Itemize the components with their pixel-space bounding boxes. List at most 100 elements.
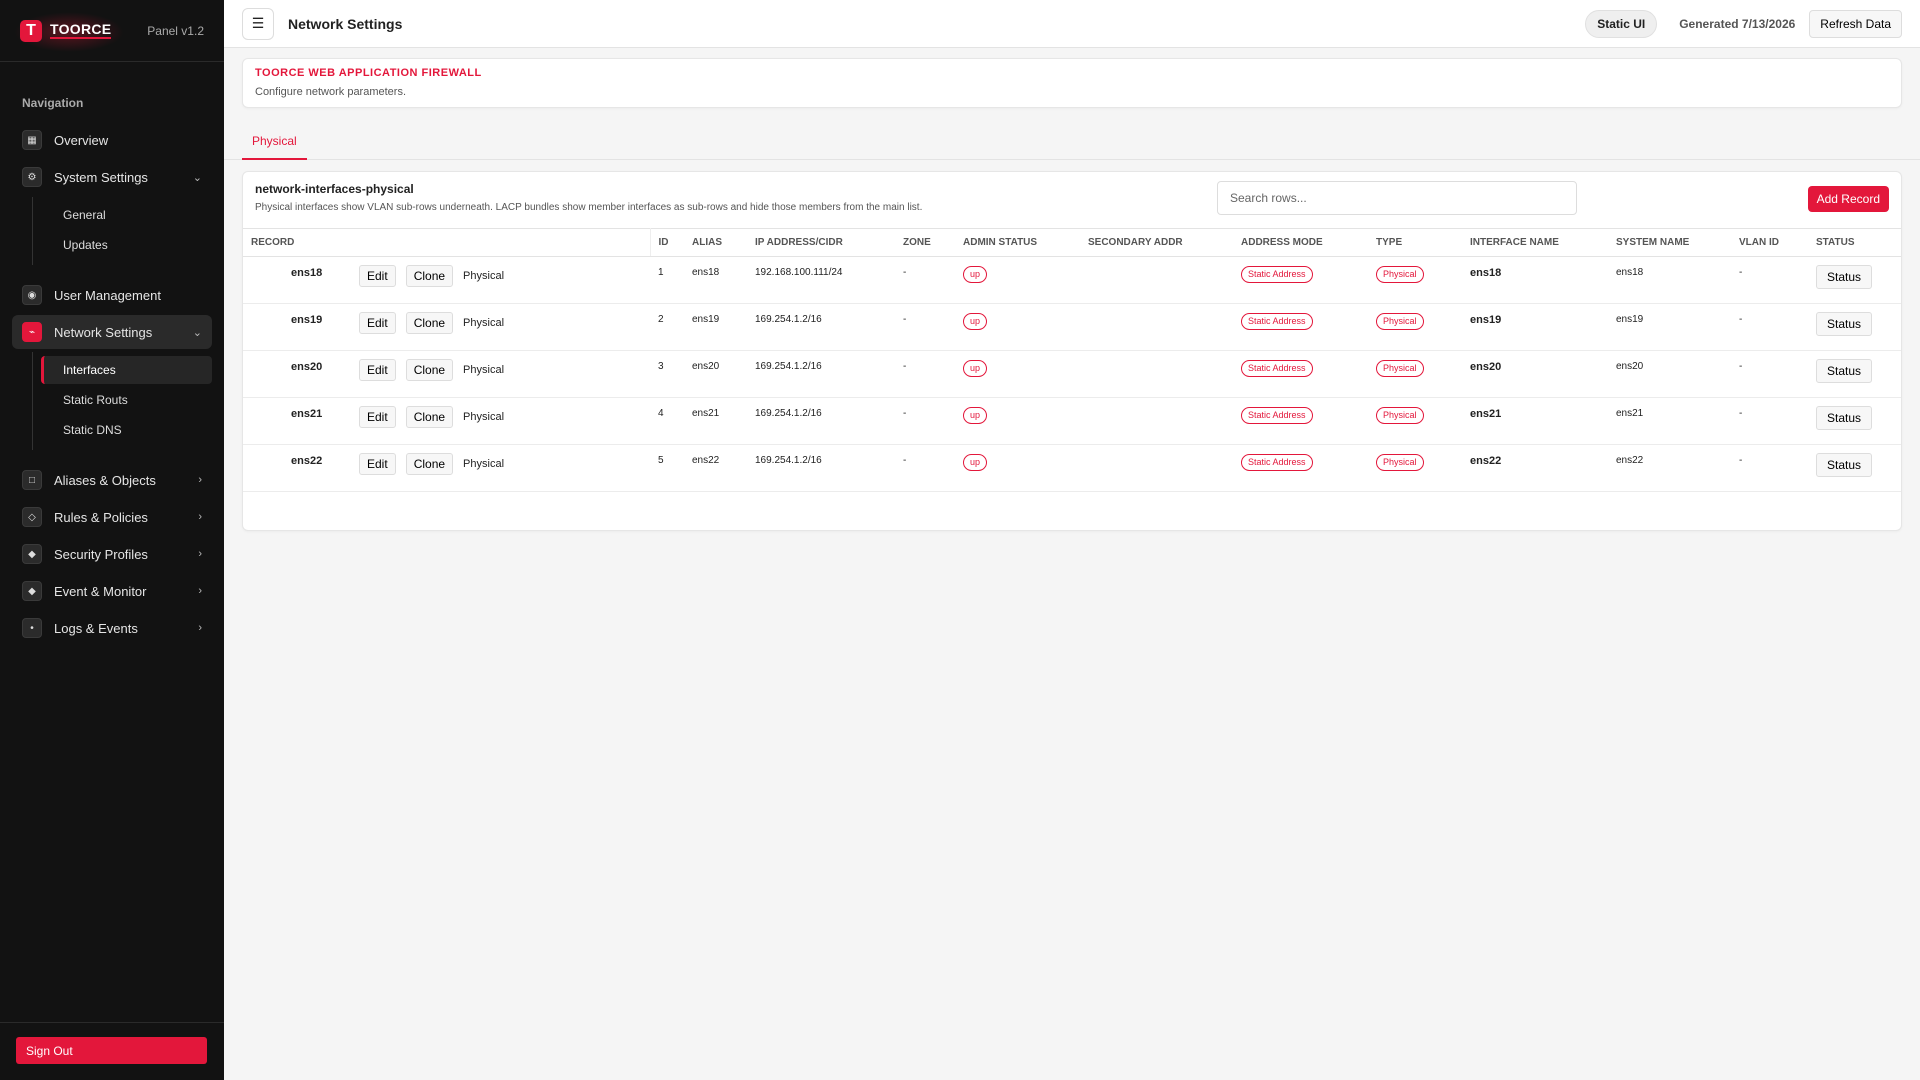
address-mode-badge: Static Address [1241, 407, 1313, 424]
cell-vlan-id: - [1731, 397, 1808, 445]
sidebar-item-event-monitor[interactable]: ◆ Event & Monitor › [12, 574, 212, 608]
panel-version: Panel v1.2 [147, 23, 204, 38]
sidebar-item-label: System Settings [54, 169, 148, 185]
tab-physical[interactable]: Physical [242, 124, 307, 160]
cell-alias: ens21 [684, 397, 747, 445]
edit-button[interactable]: Edit [359, 265, 396, 287]
cell-vlan-id: - [1731, 256, 1808, 304]
column-header-system-name[interactable]: SYSTEM NAME [1608, 228, 1731, 257]
clone-button[interactable]: Clone [405, 359, 454, 381]
card-title: network-interfaces-physical [255, 182, 414, 196]
brand-logo[interactable]: T TOORCE [13, 11, 125, 52]
type-badge: Physical [1376, 360, 1424, 377]
diamond-icon: ◇ [22, 507, 42, 527]
cell-system-name: ens18 [1608, 256, 1731, 304]
sidebar-item-system-settings[interactable]: ⚙ System Settings ⌄ [12, 160, 212, 194]
cell-vlan-id: - [1731, 350, 1808, 398]
edit-button[interactable]: Edit [359, 312, 396, 334]
sign-out-button[interactable]: Sign Out [16, 1037, 207, 1064]
page-title: Network Settings [288, 15, 403, 32]
edit-button[interactable]: Edit [359, 359, 396, 381]
add-record-button[interactable]: Add Record [1807, 186, 1889, 212]
cell-address-mode: Static Address [1233, 350, 1368, 398]
cell-zone: - [895, 303, 955, 351]
grid-icon: ▦ [22, 130, 42, 150]
sidebar-item-security-profiles[interactable]: ◆ Security Profiles › [12, 537, 212, 571]
cell-type: Physical [1368, 397, 1462, 445]
sidebar-item-network-settings[interactable]: ⌁ Network Settings ⌄ [12, 315, 212, 349]
address-mode-badge: Static Address [1241, 266, 1313, 283]
status-button[interactable]: Status [1816, 265, 1873, 289]
edit-button[interactable]: Edit [359, 453, 396, 475]
address-mode-badge: Static Address [1241, 360, 1313, 377]
type-badge: Physical [1376, 313, 1424, 330]
table-row[interactable]: ens20 Edit Clone Physical 3 ens20 169.254.1… [243, 350, 1901, 398]
table-row[interactable]: ens21 Edit Clone Physical 4 ens21 169.254.1… [243, 397, 1901, 445]
admin-status-badge: up [963, 454, 988, 471]
clone-button[interactable]: Clone [405, 265, 454, 287]
cell-id: 3 [650, 350, 684, 398]
interfaces-table: RECORD ID ALIAS IP ADDRESS/CIDR ZONE ADM… [243, 228, 1901, 492]
record-type: Physical [463, 458, 505, 470]
clone-button[interactable]: Clone [405, 312, 454, 334]
static-ui-badge: Static UI [1585, 9, 1658, 38]
generated-date: Generated 7/13/2026 [1679, 16, 1796, 31]
sidebar-item-overview[interactable]: ▦ Overview [12, 123, 212, 157]
status-button[interactable]: Status [1816, 406, 1873, 430]
cell-system-name: ens21 [1608, 397, 1731, 445]
cell-id: 5 [650, 444, 684, 492]
app-root: T TOORCE Panel v1.2 Navigation ▦ Overvie… [0, 0, 1920, 1080]
cell-alias: ens22 [684, 444, 747, 492]
column-header-interface-name[interactable]: INTERFACE NAME [1462, 228, 1608, 257]
sidebar-item-label: User Management [54, 287, 161, 303]
column-header-status[interactable]: STATUS [1808, 228, 1901, 257]
status-button[interactable]: Status [1816, 312, 1873, 336]
sidebar-item-aliases-objects[interactable]: □ Aliases & Objects › [12, 463, 212, 497]
column-header-type[interactable]: TYPE [1368, 228, 1462, 257]
table-row[interactable]: ens18 Edit Clone Physical 1 ens18 192.168.1… [243, 256, 1901, 304]
admin-status-badge: up [963, 360, 988, 377]
table-row[interactable]: ens19 Edit Clone Physical 2 ens19 169.254.1… [243, 303, 1901, 351]
search-input[interactable] [1217, 181, 1577, 215]
cell-interface-name: ens21 [1462, 397, 1608, 445]
sidebar-subitem-updates[interactable]: Updates [41, 231, 212, 259]
column-header-address-mode[interactable]: ADDRESS MODE [1233, 228, 1368, 257]
clone-button[interactable]: Clone [405, 406, 454, 428]
cell-secondary [1080, 256, 1233, 304]
cell-address-mode: Static Address [1233, 256, 1368, 304]
column-header-secondary-addr[interactable]: SECONDARY ADDR [1080, 228, 1233, 257]
menu-toggle-button[interactable]: ☰ [242, 7, 274, 40]
card-header: network-interfaces-physical Physical int… [243, 172, 1901, 228]
column-header-record[interactable]: RECORD [243, 228, 651, 257]
card-description: Physical interfaces show VLAN sub-rows u… [255, 202, 923, 213]
column-header-ip[interactable]: IP ADDRESS/CIDR [747, 228, 895, 257]
sidebar-subitem-interfaces[interactable]: Interfaces [41, 356, 212, 384]
status-button[interactable]: Status [1816, 453, 1873, 477]
sidebar-subitem-general[interactable]: General [41, 201, 212, 229]
edit-button[interactable]: Edit [359, 406, 396, 428]
refresh-data-button[interactable]: Refresh Data [1809, 9, 1902, 38]
column-header-vlan-id[interactable]: VLAN ID [1731, 228, 1808, 257]
column-header-id[interactable]: ID [650, 228, 684, 257]
column-header-alias[interactable]: ALIAS [684, 228, 747, 257]
cell-ip: 169.254.1.2/16 [747, 350, 895, 398]
cell-ip: 169.254.1.2/16 [747, 397, 895, 445]
sidebar-item-label: Rules & Policies [54, 509, 148, 525]
sidebar-item-label: Aliases & Objects [54, 472, 156, 488]
column-header-zone[interactable]: ZONE [895, 228, 955, 257]
status-button[interactable]: Status [1816, 359, 1873, 383]
address-mode-badge: Static Address [1241, 454, 1313, 471]
brand-header: T TOORCE Panel v1.2 [0, 0, 224, 62]
sidebar-item-logs-events[interactable]: • Logs & Events › [12, 611, 212, 645]
cell-vlan-id: - [1731, 303, 1808, 351]
sidebar-item-user-management[interactable]: ◉ User Management [12, 278, 212, 312]
main-content: ☰ Network Settings Static UI Generated 7… [224, 0, 1920, 1080]
sidebar-subitem-static-routs[interactable]: Static Routs [41, 386, 212, 414]
brand-name: TOORCE [50, 21, 112, 39]
column-header-admin-status[interactable]: ADMIN STATUS [955, 228, 1080, 257]
clone-button[interactable]: Clone [405, 453, 454, 475]
banner-subtitle: Configure network parameters. [255, 86, 407, 98]
sidebar-subitem-static-dns[interactable]: Static DNS [41, 416, 212, 444]
sidebar-item-rules-policies[interactable]: ◇ Rules & Policies › [12, 500, 212, 534]
table-row[interactable]: ens22 Edit Clone Physical 5 ens22 169.254.1… [243, 444, 1901, 492]
